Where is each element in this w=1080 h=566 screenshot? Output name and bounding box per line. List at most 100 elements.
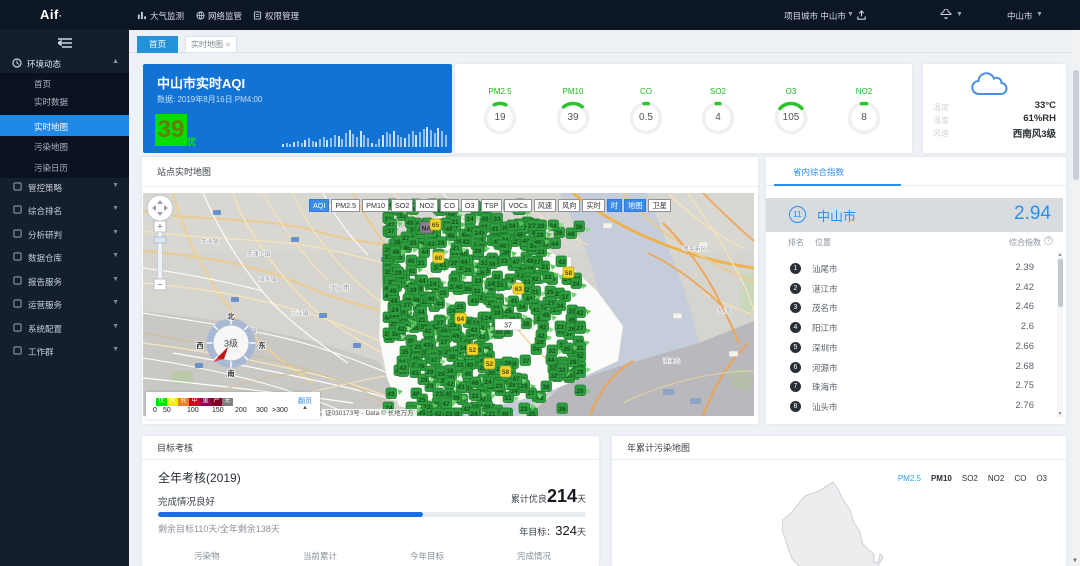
svg-text:24: 24 (429, 281, 437, 288)
svg-text:26: 26 (555, 230, 563, 237)
svg-text:三江镇: 三江镇 (291, 309, 309, 317)
svg-text:双水镇: 双水镇 (259, 275, 277, 283)
svg-text:44: 44 (418, 278, 426, 285)
svg-text:46: 46 (447, 233, 455, 240)
svg-text:21: 21 (452, 245, 460, 252)
svg-text:38: 38 (446, 368, 454, 375)
svg-text:27: 27 (403, 302, 411, 309)
svg-text:40: 40 (445, 226, 453, 233)
svg-text:27: 27 (547, 300, 555, 307)
svg-text:28: 28 (437, 240, 445, 247)
svg-text:32: 32 (493, 274, 501, 281)
svg-text:44: 44 (436, 301, 444, 308)
svg-text:49: 49 (452, 333, 460, 340)
svg-text:淇澳岛: 淇澳岛 (663, 357, 681, 365)
svg-text:49: 49 (392, 249, 400, 256)
svg-text:32: 32 (550, 373, 558, 380)
svg-text:35: 35 (401, 349, 409, 356)
svg-text:34: 34 (518, 304, 526, 311)
svg-text:24: 24 (470, 411, 478, 416)
svg-text:37: 37 (440, 339, 448, 346)
svg-text:35: 35 (563, 346, 571, 353)
svg-text:21: 21 (488, 411, 496, 416)
svg-text:42: 42 (558, 259, 566, 266)
svg-text:天津卫镇: 天津卫镇 (247, 250, 270, 258)
svg-text:43: 43 (387, 391, 395, 398)
svg-text:52: 52 (469, 347, 477, 354)
svg-text:31: 31 (504, 395, 512, 402)
svg-text:33: 33 (474, 278, 482, 285)
svg-text:32: 32 (548, 348, 556, 355)
svg-text:36: 36 (558, 406, 566, 413)
svg-text:33: 33 (558, 367, 566, 374)
svg-text:37: 37 (522, 358, 530, 365)
svg-text:24: 24 (484, 379, 492, 386)
svg-text:西: 西 (196, 341, 204, 350)
svg-text:43: 43 (423, 342, 431, 349)
svg-text:24: 24 (572, 281, 580, 288)
svg-text:24: 24 (474, 230, 482, 237)
svg-text:47: 47 (512, 259, 520, 266)
svg-text:36: 36 (575, 224, 583, 231)
svg-text:29: 29 (426, 369, 434, 376)
svg-text:21: 21 (418, 317, 426, 324)
svg-text:47: 47 (442, 401, 450, 408)
svg-text:65: 65 (432, 222, 440, 229)
svg-text:南: 南 (227, 368, 235, 378)
svg-text:38: 38 (522, 321, 530, 328)
svg-text:43: 43 (457, 384, 465, 391)
svg-text:35: 35 (464, 286, 472, 293)
svg-text:3级: 3级 (224, 338, 238, 349)
svg-text:44: 44 (547, 357, 555, 364)
svg-text:28: 28 (569, 359, 577, 366)
svg-text:34: 34 (508, 223, 516, 230)
svg-text:23: 23 (537, 249, 545, 256)
svg-text:38: 38 (542, 384, 550, 391)
svg-text:43: 43 (462, 239, 470, 246)
svg-text:45: 45 (407, 258, 415, 265)
svg-text:东: 东 (258, 340, 266, 350)
svg-text:42: 42 (576, 310, 584, 317)
svg-text:27: 27 (527, 390, 535, 397)
svg-text:27: 27 (528, 223, 536, 230)
svg-text:25: 25 (445, 411, 453, 416)
svg-text:42: 42 (397, 326, 405, 333)
svg-text:45: 45 (389, 288, 397, 295)
svg-text:42: 42 (399, 365, 407, 372)
svg-text:35: 35 (437, 371, 445, 378)
svg-text:25: 25 (456, 304, 464, 311)
svg-text:42: 42 (424, 328, 432, 335)
svg-text:31: 31 (473, 288, 481, 295)
svg-text:43: 43 (470, 298, 478, 305)
svg-text:40: 40 (499, 243, 507, 250)
svg-text:23: 23 (523, 279, 531, 286)
svg-text:24: 24 (487, 281, 495, 288)
svg-text:37: 37 (387, 228, 395, 235)
svg-text:64: 64 (457, 316, 465, 323)
svg-text:40: 40 (464, 371, 472, 378)
svg-text:27: 27 (436, 320, 444, 327)
svg-text:44: 44 (390, 298, 398, 305)
svg-text:32: 32 (471, 393, 479, 400)
svg-text:43: 43 (427, 241, 435, 248)
svg-text:北: 北 (227, 311, 235, 321)
svg-text:37: 37 (430, 357, 438, 364)
svg-text:41: 41 (532, 307, 540, 314)
svg-text:47: 47 (512, 376, 520, 383)
svg-text:40: 40 (427, 296, 435, 303)
svg-text:28: 28 (474, 248, 482, 255)
svg-text:63: 63 (515, 286, 523, 293)
svg-text:58: 58 (565, 270, 573, 277)
svg-text:江门市: 江门市 (329, 283, 350, 292)
svg-text:37: 37 (504, 323, 512, 330)
svg-text:28: 28 (536, 232, 544, 239)
svg-text:大 湾: 大 湾 (717, 307, 730, 315)
svg-text:25: 25 (546, 289, 554, 296)
svg-text:23: 23 (495, 383, 503, 390)
svg-text:33: 33 (500, 258, 508, 265)
svg-text:43: 43 (478, 334, 486, 341)
svg-text:29: 29 (576, 369, 584, 376)
svg-text:44: 44 (551, 241, 559, 248)
svg-text:21: 21 (451, 219, 459, 226)
svg-text:25: 25 (418, 397, 426, 404)
